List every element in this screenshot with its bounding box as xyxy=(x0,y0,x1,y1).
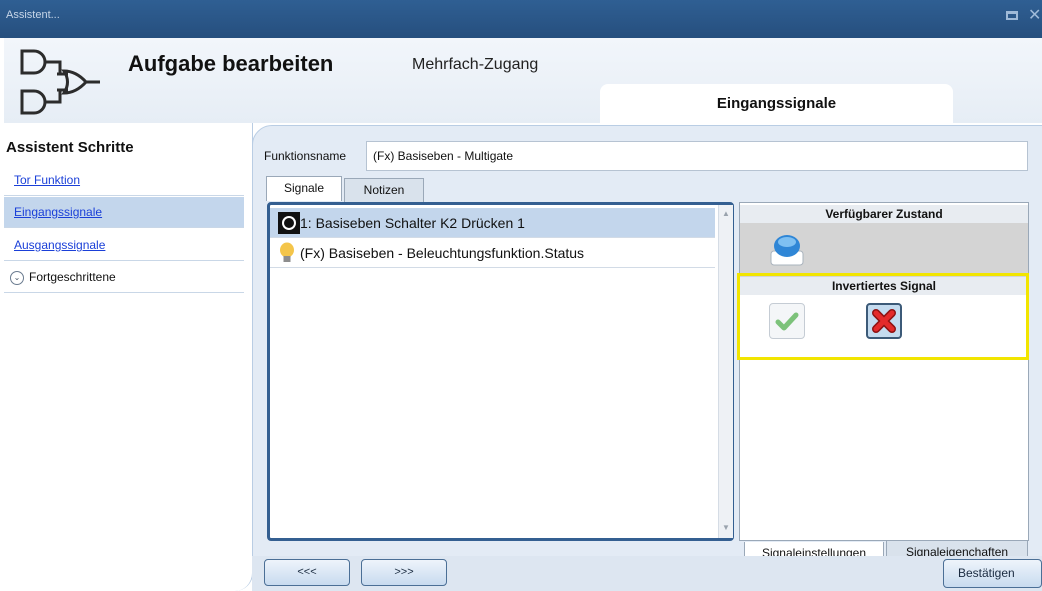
sidebar-item-eingangssignale[interactable]: Eingangssignale xyxy=(4,197,244,228)
sidebar-item-ausgangssignale[interactable]: Ausgangssignale xyxy=(4,230,244,261)
forward-button[interactable]: >>> xyxy=(361,559,447,586)
function-name-input[interactable]: (Fx) Basiseben - Multigate xyxy=(366,141,1028,171)
cross-icon xyxy=(872,309,896,333)
back-button[interactable]: <<< xyxy=(264,559,350,586)
checkmark-icon xyxy=(775,312,799,331)
available-state-heading: Verfügbarer Zustand xyxy=(740,205,1028,223)
page-subtitle: Mehrfach-Zugang xyxy=(412,56,539,73)
sidebar-title: Assistent Schritte xyxy=(6,139,134,156)
tab-signale[interactable]: Signale xyxy=(266,176,342,201)
title-bar: Assistent... ✕ xyxy=(0,0,1042,38)
page-title: Aufgabe bearbeiten xyxy=(128,51,334,76)
maximize-icon[interactable] xyxy=(1006,11,1018,20)
close-icon[interactable]: ✕ xyxy=(1028,5,1041,25)
sidebar-item-tor-funktion[interactable]: Tor Funktion xyxy=(4,165,244,196)
window-title: Assistent... xyxy=(6,9,60,21)
checkmark-button[interactable] xyxy=(769,303,805,339)
scroll-down-icon[interactable]: ▼ xyxy=(722,523,730,532)
light-bulb-icon xyxy=(280,242,294,262)
signal-state-panel: Verfügbarer Zustand Invertiertes Signal xyxy=(739,202,1029,541)
signal-list: 1: Basiseben Schalter K2 Drücken 1 (Fx) … xyxy=(267,202,734,541)
available-state-zone xyxy=(740,223,1028,279)
function-name-label: Funktionsname xyxy=(264,149,347,163)
scrollbar[interactable]: ▲ ▼ xyxy=(718,205,733,538)
section-tab-eingangssignale: Eingangssignale xyxy=(600,84,953,124)
logic-gate-icon xyxy=(20,49,100,115)
push-button-icon xyxy=(278,212,300,234)
blue-button-icon[interactable] xyxy=(770,231,804,267)
sidebar-item-label[interactable]: Ausgangssignale xyxy=(14,238,105,252)
sidebar-item-label: Fortgeschrittene xyxy=(29,270,116,284)
list-item[interactable]: (Fx) Basiseben - Beleuchtungsfunktion.St… xyxy=(270,238,715,268)
scroll-up-icon[interactable]: ▲ xyxy=(722,209,730,218)
cross-button[interactable] xyxy=(866,303,902,339)
signal-label: 1: Basiseben Schalter K2 Drücken 1 xyxy=(300,215,525,231)
tab-notizen[interactable]: Notizen xyxy=(344,178,424,203)
confirm-button[interactable]: Bestätigen xyxy=(943,559,1042,588)
signal-label: (Fx) Basiseben - Beleuchtungsfunktion.St… xyxy=(300,245,585,261)
list-item[interactable]: 1: Basiseben Schalter K2 Drücken 1 xyxy=(270,208,715,238)
sidebar-item-label[interactable]: Tor Funktion xyxy=(14,173,80,187)
sidebar-item-label[interactable]: Eingangssignale xyxy=(14,205,102,219)
chevron-down-icon[interactable]: ⌄ xyxy=(10,270,24,285)
sidebar-item-fortgeschrittene[interactable]: ⌄ Fortgeschrittene xyxy=(4,262,244,293)
